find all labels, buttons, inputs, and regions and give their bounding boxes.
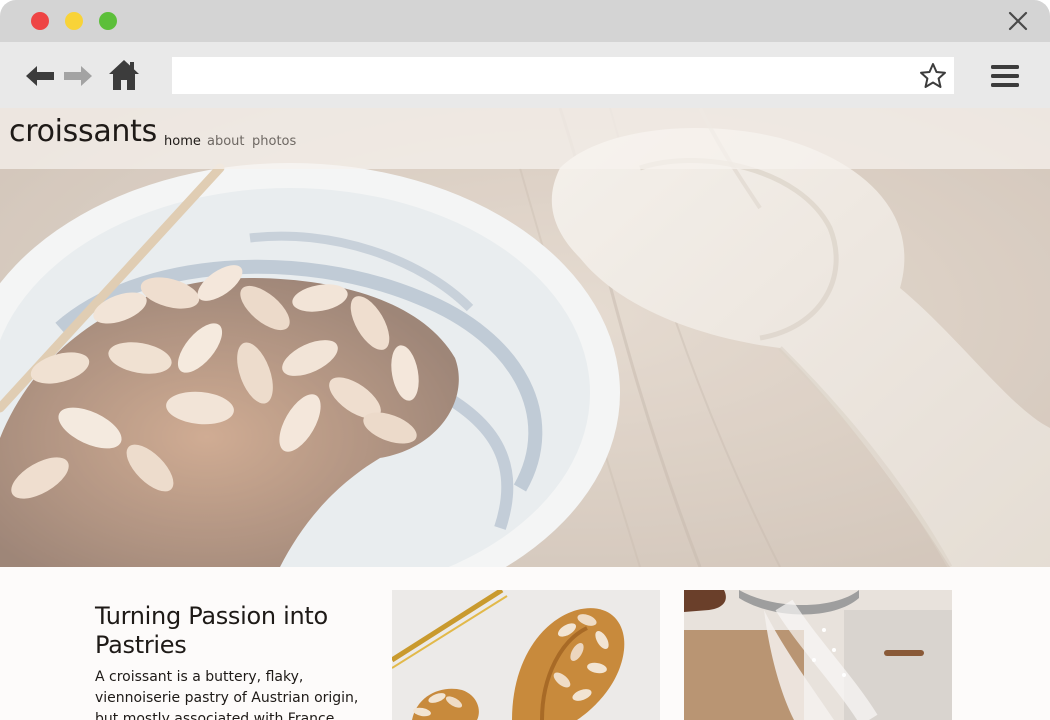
content-section: Turning Passion into Pastries A croissan… (0, 567, 1050, 720)
browser-toolbar (0, 42, 1050, 108)
minimize-dot-icon[interactable] (65, 12, 83, 30)
maximize-dot-icon[interactable] (99, 12, 117, 30)
hero-overlay (0, 108, 1050, 567)
title-bar (0, 0, 1050, 42)
browser-window: croissants home about photos Turning Pas… (0, 0, 1050, 720)
close-dot-icon[interactable] (31, 12, 49, 30)
site-brand[interactable]: croissants (9, 114, 157, 149)
hero-banner: croissants home about photos (0, 108, 1050, 567)
forward-arrow-icon[interactable] (62, 62, 94, 90)
hamburger-menu-icon[interactable] (989, 62, 1021, 90)
article-body: A croissant is a buttery, flaky, viennoi… (95, 669, 359, 720)
address-bar[interactable] (172, 57, 954, 94)
article-title: Turning Passion into Pastries (95, 602, 328, 659)
almond-croissant-photo[interactable] (392, 590, 660, 720)
almond-croissant-image (392, 590, 660, 720)
flour-sifting-image (684, 590, 952, 720)
nav-link-photos[interactable]: photos (252, 134, 296, 149)
close-icon[interactable] (1006, 9, 1030, 33)
home-icon[interactable] (108, 58, 140, 92)
nav-link-home[interactable]: home (164, 134, 201, 149)
nav-link-about[interactable]: about (207, 134, 245, 149)
site-navbar: croissants home about photos (0, 108, 1050, 169)
flour-sifting-photo[interactable] (684, 590, 952, 720)
star-icon[interactable] (918, 61, 948, 91)
back-arrow-icon[interactable] (24, 62, 56, 90)
